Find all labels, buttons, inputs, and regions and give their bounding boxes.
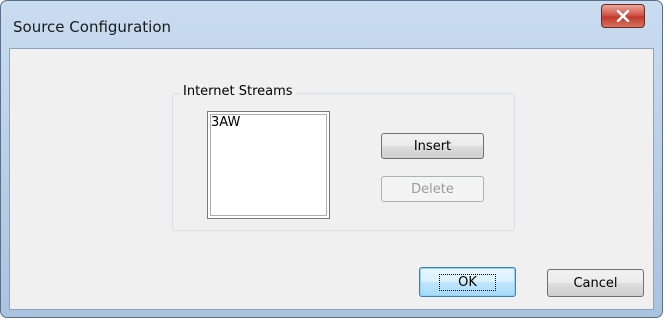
cancel-button[interactable]: Cancel (547, 269, 644, 297)
insert-button[interactable]: Insert (381, 133, 484, 159)
close-button[interactable] (601, 4, 645, 28)
ok-button-label: OK (439, 273, 496, 291)
window-title: Source Configuration (13, 18, 172, 36)
list-item[interactable]: 3AW (211, 115, 240, 130)
delete-button[interactable]: Delete (381, 176, 484, 202)
group-label: Internet Streams (180, 84, 296, 99)
close-icon (616, 10, 630, 22)
dialog-window: Source Configuration Internet Streams 3A… (0, 0, 663, 318)
streams-listbox[interactable]: 3AW (207, 111, 330, 219)
dialog-client-area: Internet Streams 3AW Insert Delete OK Ca… (9, 48, 654, 310)
ok-button[interactable]: OK (419, 267, 516, 297)
